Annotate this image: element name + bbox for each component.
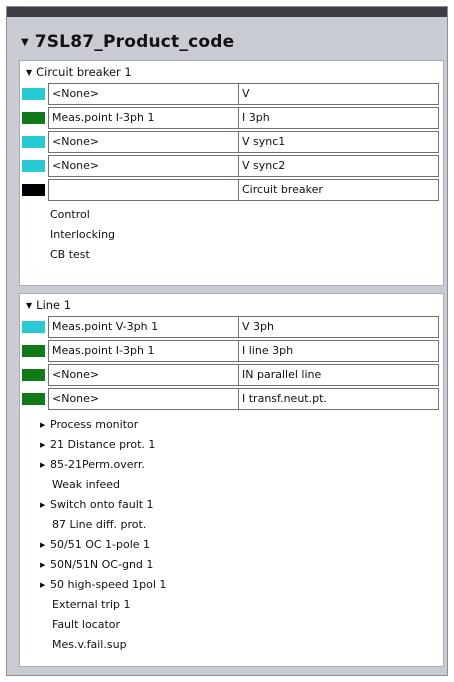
circuit-breaker-row[interactable]: <None> V sync1 — [22, 131, 443, 153]
circuit-breaker-row[interactable]: <None> V sync2 — [22, 155, 443, 177]
line-functions: ▶ Process monitor ▶ 21 Distance prot. 1 ▶ 85-… — [20, 415, 443, 655]
line-row[interactable]: Meas.point I-3ph 1I line 3ph — [22, 340, 443, 362]
circuit-breaker-row[interactable]: <None> V — [22, 83, 443, 105]
measuring-point-cell[interactable]: <None> — [48, 388, 238, 410]
function-item[interactable]: 87 Line diff. prot. — [20, 515, 443, 535]
function-item[interactable]: Interlocking — [20, 225, 443, 245]
measuring-point-cell[interactable]: <None> — [48, 155, 238, 177]
function-label: Fault locator — [52, 618, 121, 631]
function-item[interactable]: ▶ 85-21Perm.overr. — [20, 455, 443, 475]
function-label: 21 Distance prot. 1 — [50, 438, 156, 451]
measuring-point-cell[interactable]: <None> — [48, 131, 238, 153]
color-swatch — [22, 112, 45, 124]
function-label: 50/51 OC 1-pole 1 — [50, 538, 151, 551]
expand-arrow-icon[interactable]: ▶ — [40, 455, 50, 475]
interface-label-cell: I transf.neut.pt. — [238, 388, 439, 410]
collapse-triangle-icon[interactable]: ▼ — [26, 68, 32, 77]
measuring-point-cell[interactable]: Meas.point I-3ph 1 — [48, 340, 238, 362]
interface-label-cell: V 3ph — [238, 316, 439, 338]
circuit-breaker-functions: Control Interlocking CB test — [20, 205, 443, 265]
function-group-frame: ▼ 7SL87_Product_code ▼ Circuit breaker 1… — [6, 6, 448, 676]
circuit-breaker-row[interactable]: Meas.point I-3ph 1I 3ph — [22, 107, 443, 129]
collapse-triangle-icon[interactable]: ▼ — [21, 37, 29, 48]
function-item[interactable]: ▶ 21 Distance prot. 1 — [20, 435, 443, 455]
line-row[interactable]: Meas.point V-3ph 1V 3ph — [22, 316, 443, 338]
function-item[interactable]: ▶ 50 high-speed 1pol 1 — [20, 575, 443, 595]
color-swatch — [22, 393, 45, 405]
color-swatch — [22, 136, 45, 148]
circuit-breaker-row[interactable]: Circuit breaker — [22, 179, 443, 201]
interface-label-cell: Circuit breaker — [238, 179, 439, 201]
line-row[interactable]: <None> IN parallel line — [22, 364, 443, 386]
function-item[interactable]: ▶ 50/51 OC 1-pole 1 — [20, 535, 443, 555]
function-label: Process monitor — [50, 418, 139, 431]
expand-arrow-icon[interactable]: ▶ — [40, 495, 50, 515]
color-swatch — [22, 184, 45, 196]
function-label: 50N/51N OC-gnd 1 — [50, 558, 154, 571]
measuring-point-cell[interactable] — [48, 179, 238, 201]
function-item[interactable]: Control — [20, 205, 443, 225]
function-label: 87 Line diff. prot. — [52, 518, 147, 531]
interface-label-cell: I 3ph — [238, 107, 439, 129]
function-label: Switch onto fault 1 — [50, 498, 154, 511]
interface-label-cell: V sync1 — [238, 131, 439, 153]
function-item[interactable]: Fault locator — [20, 615, 443, 635]
function-label: External trip 1 — [52, 598, 131, 611]
function-item[interactable]: Mes.v.fail.sup — [20, 635, 443, 655]
measuring-point-cell[interactable]: Meas.point V-3ph 1 — [48, 316, 238, 338]
expand-arrow-icon[interactable]: ▶ — [40, 575, 50, 595]
color-swatch — [22, 369, 45, 381]
function-label: Mes.v.fail.sup — [52, 638, 127, 651]
function-item[interactable]: ▶ Switch onto fault 1 — [20, 495, 443, 515]
interface-label-cell: V sync2 — [238, 155, 439, 177]
color-swatch — [22, 160, 45, 172]
interface-label-cell: I line 3ph — [238, 340, 439, 362]
expand-arrow-icon[interactable]: ▶ — [40, 435, 50, 455]
measuring-point-cell[interactable]: <None> — [48, 83, 238, 105]
color-swatch — [22, 88, 45, 100]
function-item[interactable]: CB test — [20, 245, 443, 265]
circuit-breaker-panel: ▼ Circuit breaker 1 <None> V Meas.point I-… — [19, 60, 444, 286]
interface-label-cell: IN parallel line — [238, 364, 439, 386]
frame-top-border — [7, 7, 447, 17]
expand-arrow-icon[interactable]: ▶ — [40, 555, 50, 575]
expand-arrow-icon[interactable]: ▶ — [40, 415, 50, 435]
line-rows: Meas.point V-3ph 1V 3ph Meas.point I-3ph … — [20, 316, 443, 410]
circuit-breaker-rows: <None> V Meas.point I-3ph 1I 3ph <None> V sy… — [20, 83, 443, 201]
expand-arrow-icon[interactable]: ▶ — [40, 535, 50, 555]
color-swatch — [22, 345, 45, 357]
interface-label-cell: V — [238, 83, 439, 105]
function-item[interactable]: External trip 1 — [20, 595, 443, 615]
circuit-breaker-header[interactable]: ▼ Circuit breaker 1 — [20, 61, 443, 83]
function-label: 85-21Perm.overr. — [50, 458, 145, 471]
line-row[interactable]: <None> I transf.neut.pt. — [22, 388, 443, 410]
function-label: 50 high-speed 1pol 1 — [50, 578, 167, 591]
line-header[interactable]: ▼ Line 1 — [20, 294, 443, 316]
function-item[interactable]: ▶ Process monitor — [20, 415, 443, 435]
function-item[interactable]: Weak infeed — [20, 475, 443, 495]
collapse-triangle-icon[interactable]: ▼ — [26, 301, 32, 310]
device-title-bar[interactable]: ▼ 7SL87_Product_code — [21, 27, 441, 57]
measuring-point-cell[interactable]: <None> — [48, 364, 238, 386]
device-title: 7SL87_Product_code — [34, 32, 235, 52]
function-label: Weak infeed — [52, 478, 121, 491]
line-title: Line 1 — [36, 298, 72, 312]
measuring-point-cell[interactable]: Meas.point I-3ph 1 — [48, 107, 238, 129]
function-item[interactable]: ▶ 50N/51N OC-gnd 1 — [20, 555, 443, 575]
color-swatch — [22, 321, 45, 333]
circuit-breaker-title: Circuit breaker 1 — [36, 65, 132, 79]
line-panel: ▼ Line 1 Meas.point V-3ph 1V 3ph Meas.poi… — [19, 293, 444, 667]
